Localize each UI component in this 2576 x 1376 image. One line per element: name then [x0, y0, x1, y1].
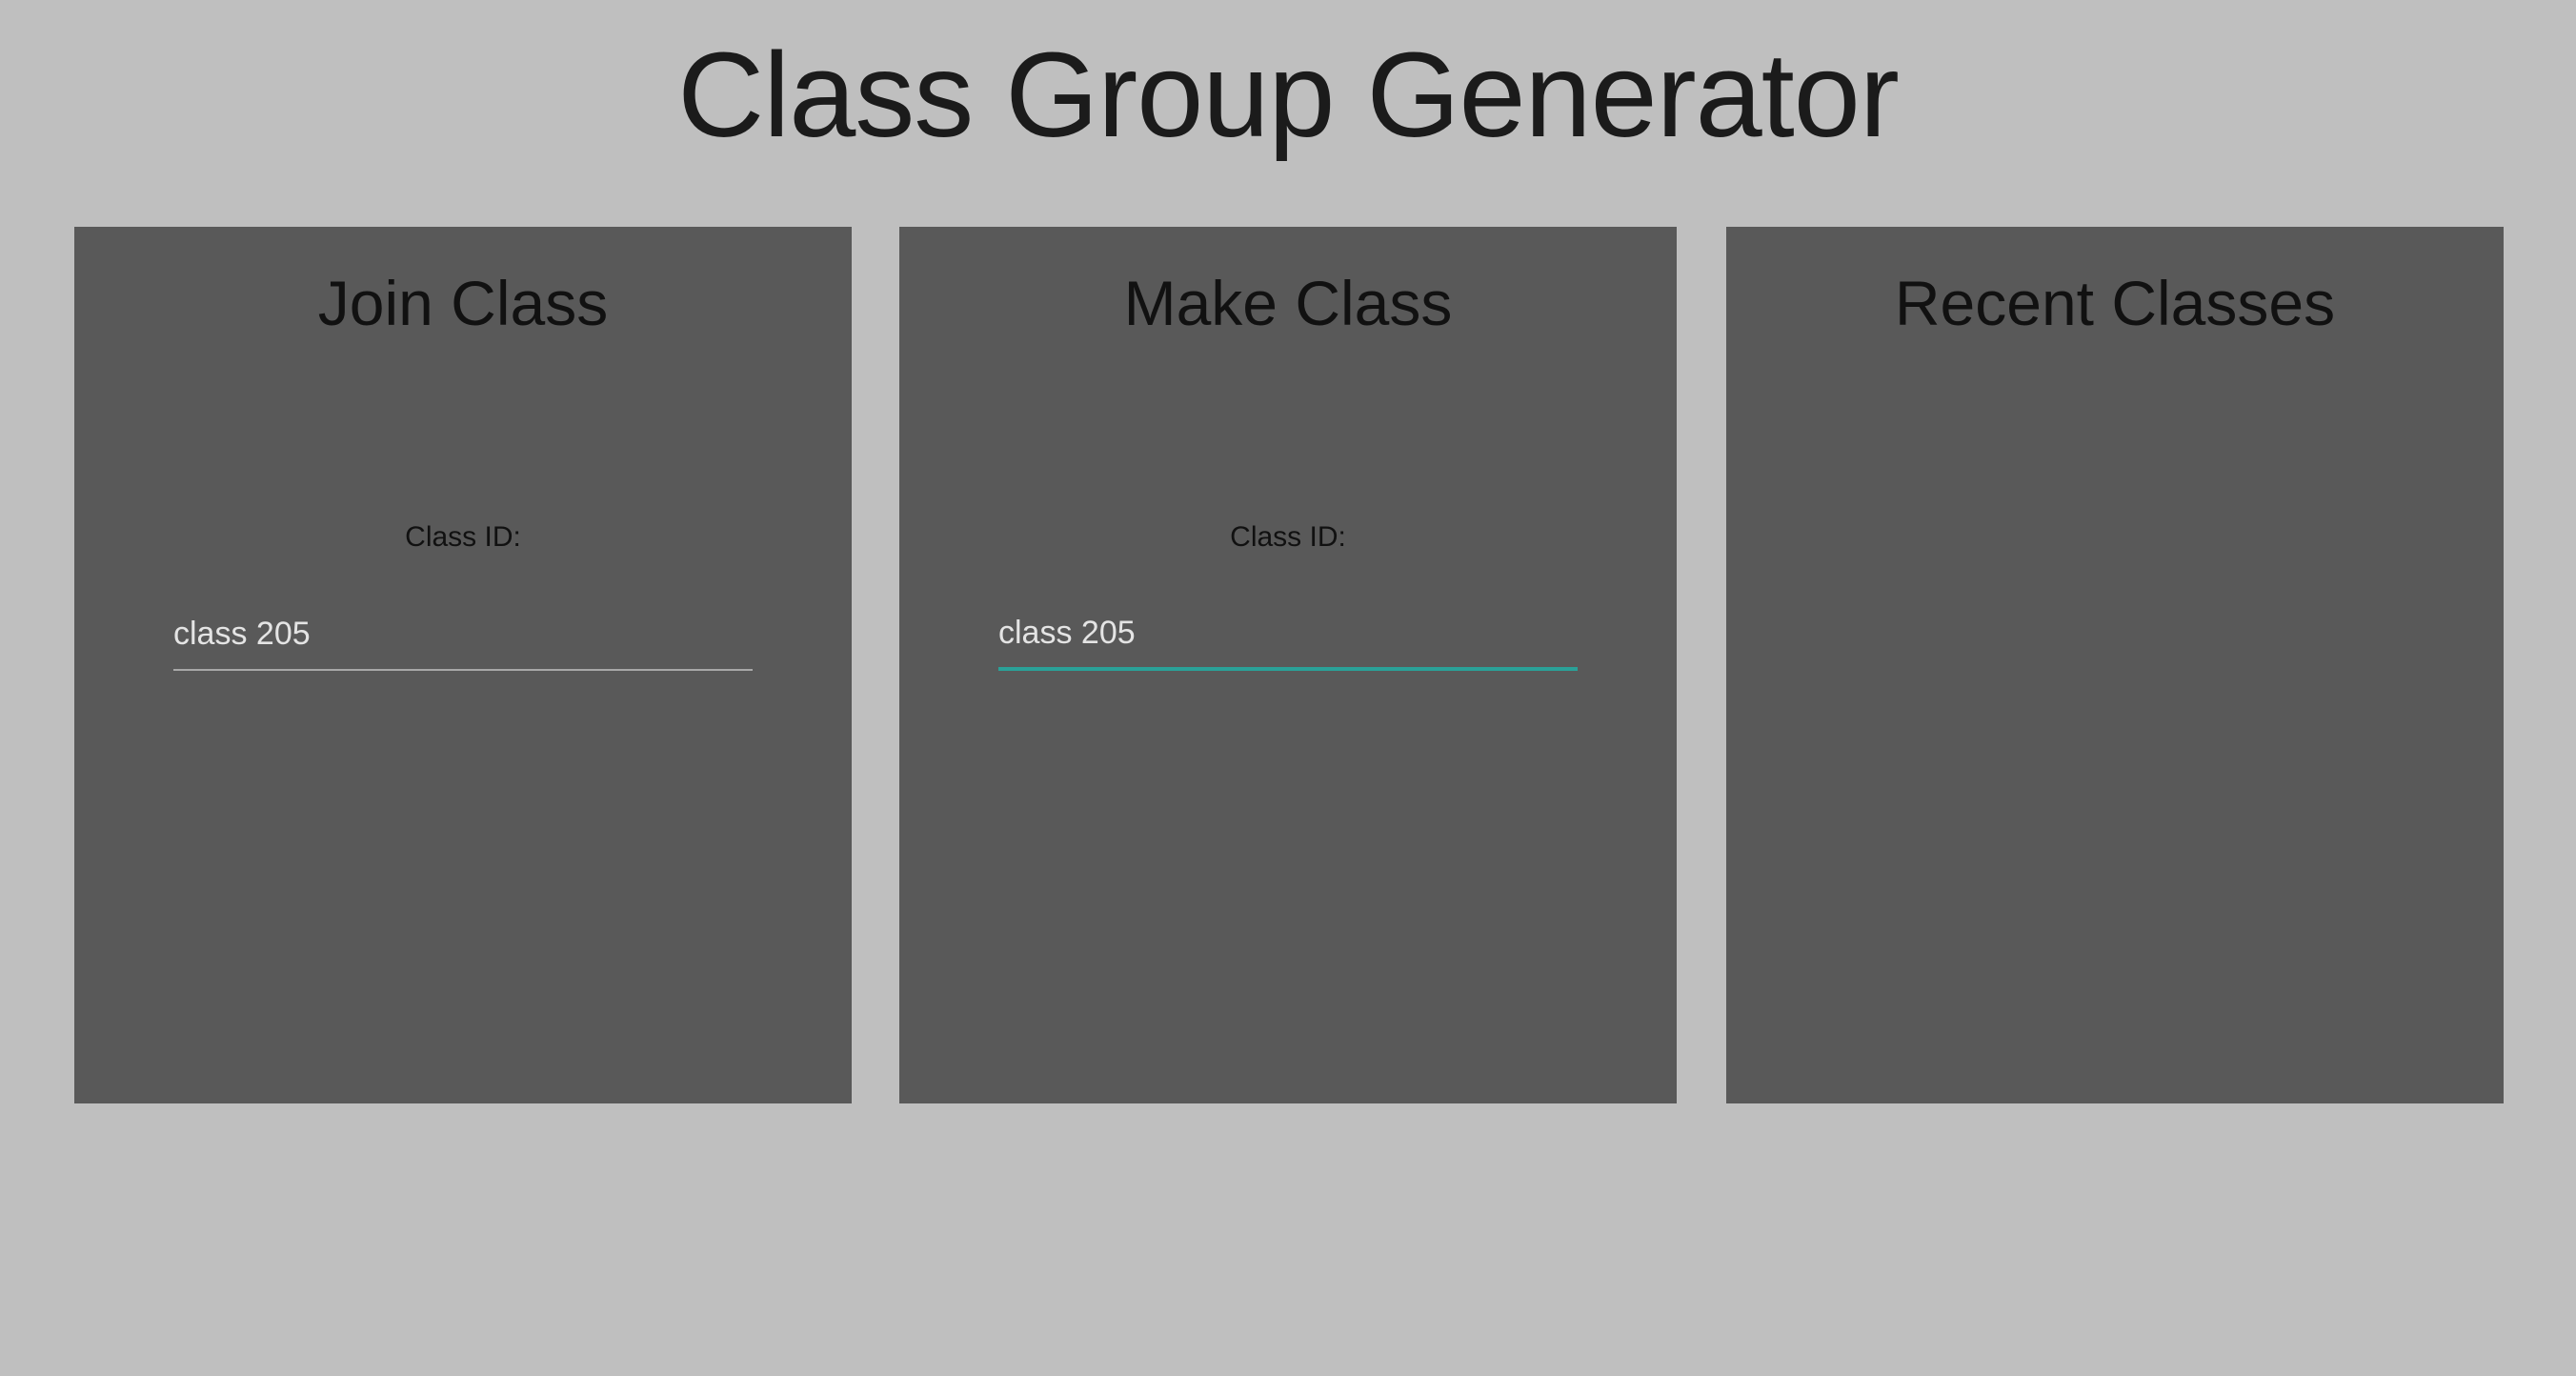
join-class-id-input[interactable] [173, 598, 753, 671]
join-class-id-label: Class ID: [405, 521, 521, 553]
join-class-title: Join Class [317, 268, 609, 338]
recent-classes-panel: Recent Classes [1726, 227, 2504, 1103]
make-class-id-input[interactable] [998, 598, 1578, 671]
join-class-panel: Join Class Class ID: [74, 227, 852, 1103]
make-class-id-label: Class ID: [1230, 521, 1346, 553]
page-title: Class Group Generator [677, 28, 1900, 162]
make-class-title: Make Class [1123, 268, 1453, 338]
make-class-panel: Make Class Class ID: [899, 227, 1677, 1103]
recent-classes-title: Recent Classes [1894, 268, 2336, 338]
